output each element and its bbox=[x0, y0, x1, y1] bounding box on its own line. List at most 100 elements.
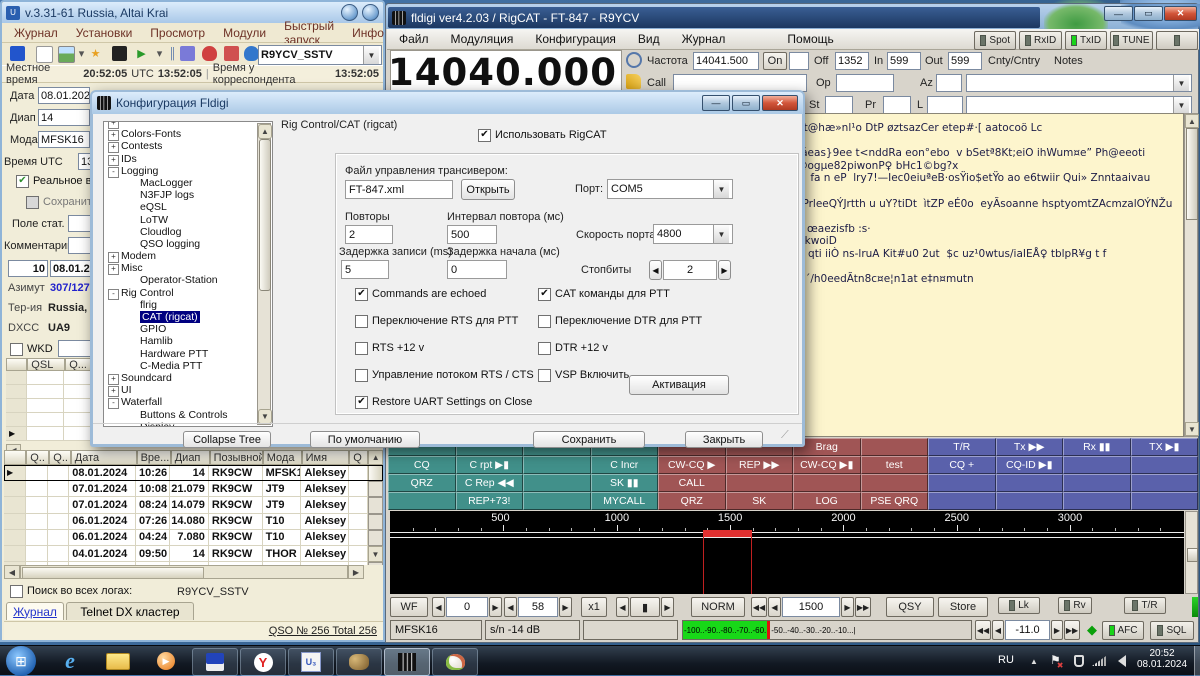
log-col-0[interactable]: Q.. bbox=[26, 450, 49, 465]
taskbar-floppy-app-button[interactable] bbox=[192, 648, 238, 676]
tree-item-buttons-controls[interactable]: Buttons & Controls bbox=[104, 409, 254, 421]
resize-grip[interactable]: ⟋ bbox=[781, 429, 797, 445]
logger-minimize-button[interactable] bbox=[341, 4, 358, 21]
macro-button-r3c12[interactable] bbox=[1131, 474, 1199, 492]
fldigi-menu-item-3[interactable]: Вид bbox=[638, 32, 660, 46]
macro-button-r4c5[interactable]: QRZ bbox=[658, 492, 726, 510]
rigcat-a-checkbox-0[interactable]: ✔Commands are echoed bbox=[355, 288, 534, 301]
afc-toggle[interactable]: AFC bbox=[1102, 621, 1144, 640]
taskbar-fldigi-button[interactable] bbox=[384, 648, 430, 676]
taskbar-paint-button[interactable] bbox=[432, 648, 478, 676]
tree-item-ids[interactable]: +IDs bbox=[104, 153, 254, 165]
offset-inc-fast[interactable]: ▶▶ bbox=[1064, 620, 1080, 640]
wf-hold-button[interactable]: ▮ bbox=[630, 597, 660, 617]
chevron-down-icon[interactable]: ▼ bbox=[713, 225, 729, 243]
waterfall[interactable]: 50010001500200025003000 bbox=[390, 511, 1184, 594]
new-icon[interactable] bbox=[36, 46, 53, 63]
log-vscroll-track[interactable] bbox=[368, 530, 383, 546]
tree-item-lotw[interactable]: LoTW bbox=[104, 214, 254, 226]
macro-button-r2c10[interactable]: CQ-ID ▶▮ bbox=[996, 456, 1064, 474]
tree-item-operator-station[interactable]: Operator-Station bbox=[104, 274, 254, 286]
dialog-maximize-button[interactable]: ▭ bbox=[732, 95, 760, 111]
waterfall-marker[interactable] bbox=[703, 530, 752, 537]
taskbar-yandex-button[interactable]: Y bbox=[240, 648, 286, 676]
open-xml-button[interactable]: Открыть bbox=[461, 179, 515, 200]
fldigi-close-button[interactable]: ✕ bbox=[1164, 6, 1197, 21]
macro-button-r3c6[interactable] bbox=[726, 474, 794, 492]
log-col-6[interactable]: Мода bbox=[263, 450, 302, 465]
macro-button-r2c7[interactable]: CW-CQ ▶▮ bbox=[793, 456, 861, 474]
macro-button-r2c8[interactable]: test bbox=[861, 456, 929, 474]
macro-button-r1c9[interactable]: T/R bbox=[928, 438, 996, 456]
log-row[interactable]: ▶08.01.202410:2614RK9CWMFSK16Aleksey Ka bbox=[4, 465, 383, 481]
qsl-col-1[interactable]: Q... bbox=[65, 358, 93, 371]
qso-sweep-icon[interactable] bbox=[626, 52, 642, 68]
carrier-dec-fast[interactable]: ◀◀ bbox=[751, 597, 767, 617]
notes-combo[interactable]: ▼ bbox=[966, 96, 1192, 114]
rx-scroll-thumb[interactable] bbox=[1186, 128, 1198, 220]
macro-button-r3c11[interactable] bbox=[1063, 474, 1131, 492]
fldigi-menu-item-2[interactable]: Конфигурация bbox=[535, 32, 616, 46]
on-button[interactable]: On bbox=[763, 52, 787, 70]
tree-item-waterfall[interactable]: -Waterfall bbox=[104, 396, 254, 408]
rigcat-b-checkbox-0[interactable]: ✔CAT команды для PTT bbox=[538, 288, 702, 301]
carrier-inc[interactable]: ▶ bbox=[841, 597, 854, 617]
log-vscroll-track[interactable] bbox=[368, 514, 383, 530]
top-button-blank[interactable] bbox=[1156, 31, 1198, 50]
rigcat-b-checkbox-2[interactable]: DTR +12 v bbox=[538, 342, 702, 355]
az-field[interactable] bbox=[936, 74, 962, 92]
port-combo[interactable]: COM5▼ bbox=[607, 179, 733, 199]
defaults-button[interactable]: По умолчанию bbox=[310, 431, 420, 448]
macro-button-r4c9[interactable] bbox=[928, 492, 996, 510]
log-col-8[interactable]: Q bbox=[349, 450, 368, 465]
macro-button-r1c8[interactable] bbox=[861, 438, 929, 456]
baud-combo[interactable]: 4800▼ bbox=[653, 224, 733, 244]
tree-item-qso-logging[interactable]: QSO logging bbox=[104, 238, 254, 250]
log-scroll-down[interactable]: ▼ bbox=[368, 546, 383, 562]
txrx-toggle[interactable]: T/R bbox=[1124, 597, 1166, 614]
tree-scroll-thumb[interactable] bbox=[259, 139, 271, 291]
chevron-down-icon[interactable]: ▼ bbox=[1173, 75, 1189, 91]
wf-lower-value[interactable]: 0 bbox=[446, 597, 488, 617]
tree-item-hardware-ptt[interactable]: Hardware PTT bbox=[104, 348, 254, 360]
taskbar-start-button[interactable]: ⊞ bbox=[6, 646, 36, 676]
fldigi-minimize-button[interactable]: — bbox=[1104, 6, 1133, 21]
logger-menu-item-5[interactable]: Инфо bbox=[352, 26, 384, 40]
macro-button-r2c11[interactable] bbox=[1063, 456, 1131, 474]
rigcat-a-checkbox-2[interactable]: RTS +12 v bbox=[355, 342, 534, 355]
close-dialog-button[interactable]: Закрыть bbox=[685, 431, 763, 448]
notes-label[interactable]: Notes bbox=[1054, 55, 1083, 67]
wkd-checkbox[interactable]: WKD bbox=[10, 343, 53, 356]
show-desktop-button[interactable] bbox=[1194, 646, 1200, 676]
taskbar-explorer-button[interactable] bbox=[96, 648, 140, 674]
macro-button-r4c4[interactable]: MYCALL bbox=[591, 492, 659, 510]
tree-item-soundcard[interactable]: +Soundcard bbox=[104, 372, 254, 384]
date-field[interactable]: 08.01.2024 bbox=[38, 87, 90, 104]
dropdown-icon[interactable]: ▾ bbox=[74, 46, 89, 61]
rigcat-a-checkbox-3[interactable]: Управление потоком RTS / CTS bbox=[355, 369, 534, 382]
logger-menu-item-0[interactable]: Журнал bbox=[14, 26, 58, 40]
tree-scroll-down[interactable]: ▼ bbox=[258, 409, 272, 424]
macro-button-r4c6[interactable]: SK bbox=[726, 492, 794, 510]
tree-item-contests[interactable]: +Contests bbox=[104, 140, 254, 152]
macro-button-r2c5[interactable]: CW-CQ ▶ bbox=[658, 456, 726, 474]
tree-scroll-up[interactable]: ▲ bbox=[258, 124, 272, 139]
qsy-button[interactable]: QSY bbox=[886, 597, 934, 617]
log-hscrollbar[interactable] bbox=[20, 565, 348, 579]
tree-item-c-media-ptt[interactable]: C-Media PTT bbox=[104, 360, 254, 372]
fldigi-titlebar[interactable]: fldigi ver4.2.03 / RigCAT - FT-847 - R9Y… bbox=[386, 4, 1198, 29]
power-plug-icon[interactable] bbox=[1074, 655, 1084, 667]
cnty-label[interactable]: Cnty/Cntry bbox=[988, 55, 1040, 67]
tray-expand-icon[interactable]: ▲ bbox=[1030, 657, 1038, 666]
carrier-value[interactable]: 1500 bbox=[782, 597, 840, 617]
log-row[interactable]: 07.01.202408:2414.079RK9CWJT9Aleksey Ka bbox=[4, 497, 383, 513]
macro-button-r4c11[interactable] bbox=[1063, 492, 1131, 510]
stopbits-inc[interactable]: ▶ bbox=[718, 260, 731, 280]
rst-out-field[interactable]: 599 bbox=[948, 52, 982, 70]
chevron-down-icon[interactable]: ▼ bbox=[713, 180, 729, 198]
wf-lower-inc[interactable]: ▶ bbox=[489, 597, 502, 617]
tree-item-rig-control[interactable]: -Rig Control bbox=[104, 287, 254, 299]
tree-item-logging[interactable]: -Logging bbox=[104, 165, 254, 177]
wf-mode-button[interactable]: WF bbox=[390, 597, 428, 617]
macro-button-r4c2[interactable]: REP+73! bbox=[456, 492, 524, 510]
